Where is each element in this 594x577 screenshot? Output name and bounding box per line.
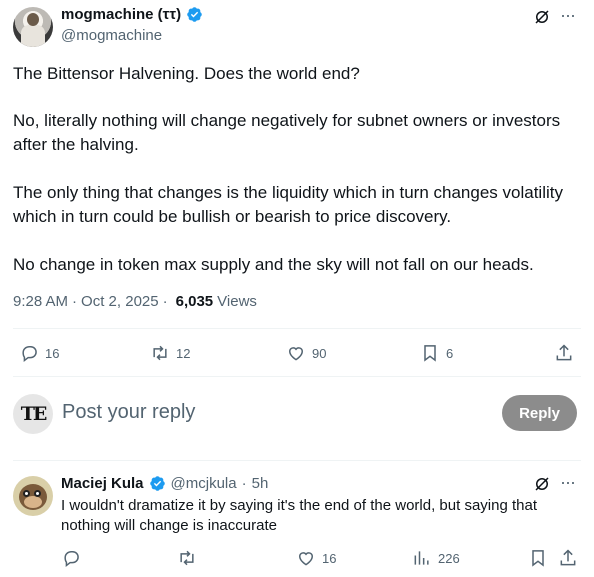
verified-badge-icon [187, 7, 202, 22]
author-handle[interactable]: @mogmachine [61, 27, 162, 44]
repost-count: 12 [176, 345, 191, 361]
more-options-icon[interactable]: ··· [560, 6, 580, 26]
tweet-time[interactable]: 9:28 AM [13, 293, 68, 310]
author-avatar[interactable] [13, 7, 53, 47]
reply-views-action[interactable]: 226 [412, 548, 460, 568]
more-options-icon[interactable]: ··· [560, 473, 580, 493]
reply-icon [22, 346, 37, 363]
reply-author-row: Maciej Kula @mcjkula · 5h [61, 475, 268, 492]
reply-like-action[interactable]: 16 [296, 548, 336, 568]
share-icon [556, 344, 572, 361]
tweet-meta: 9:28 AM · Oct 2, 2025 · 6,035 Views [13, 293, 257, 310]
reply-share-action[interactable] [558, 548, 578, 568]
divider [13, 328, 581, 329]
like-action[interactable]: 90 [286, 343, 326, 363]
like-count: 90 [312, 345, 327, 361]
grok-icon[interactable] [533, 8, 551, 26]
views-label: Views [217, 293, 257, 310]
repost-icon [180, 550, 194, 566]
current-user-avatar[interactable]: TE [13, 394, 53, 434]
analytics-icon [414, 551, 429, 565]
bookmark-icon [424, 345, 436, 362]
author-display-name[interactable]: mogmachine (ττ) [61, 6, 181, 23]
tweet-paragraph: No change in token max supply and the sk… [13, 255, 534, 274]
author-name-row: mogmachine (ττ) [61, 6, 203, 23]
bookmark-icon [532, 550, 544, 567]
reply-action[interactable]: 16 [19, 343, 59, 363]
reply-author-name[interactable]: Maciej Kula [61, 475, 144, 492]
heart-icon [298, 552, 314, 566]
reply-author-handle[interactable]: @mcjkula [171, 475, 237, 492]
tweet-paragraph: The only thing that changes is the liqui… [13, 183, 563, 226]
verified-badge-icon [149, 476, 165, 491]
heart-icon [288, 347, 304, 361]
reply-reply-action[interactable] [61, 548, 81, 568]
views-count: 6,035 [175, 293, 214, 310]
bookmark-action[interactable]: 6 [420, 343, 453, 363]
reply-input[interactable]: Post your reply [62, 401, 195, 424]
bookmark-count: 6 [446, 345, 454, 361]
tweet-paragraph: No, literally nothing will change negati… [13, 111, 561, 154]
separator-dot: · [241, 475, 247, 492]
grok-icon[interactable] [533, 475, 551, 493]
reply-views-count: 226 [438, 550, 460, 566]
reply-button[interactable]: Reply [502, 395, 577, 431]
reply-time[interactable]: 5h [252, 475, 269, 492]
share-icon [560, 549, 576, 566]
tweet-paragraph: The Bittensor Halvening. Does the world … [13, 64, 360, 83]
tweet-date[interactable]: Oct 2, 2025 [81, 293, 159, 310]
reply-like-count: 16 [322, 550, 337, 566]
reply-repost-action[interactable] [177, 548, 197, 568]
reply-bookmark-action[interactable] [528, 548, 548, 568]
divider [13, 376, 581, 377]
reply-count: 16 [45, 345, 60, 361]
divider [13, 460, 581, 461]
separator-dot: · [162, 293, 168, 310]
separator-dot: · [72, 293, 78, 310]
repost-icon [153, 345, 167, 361]
reply-icon [64, 551, 79, 568]
reply-author-avatar[interactable] [13, 476, 53, 516]
share-action[interactable] [554, 343, 574, 363]
repost-action[interactable]: 12 [150, 343, 190, 363]
reply-text: I wouldn't dramatize it by saying it's t… [61, 497, 537, 534]
